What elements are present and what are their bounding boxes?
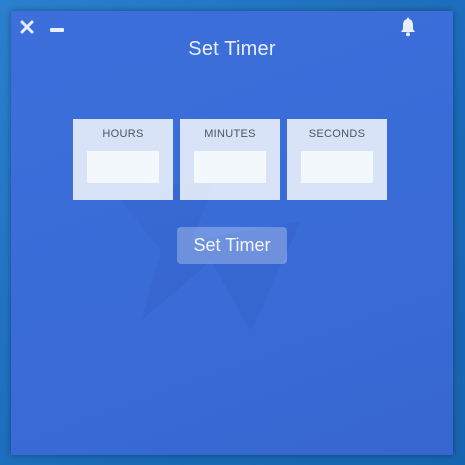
seconds-input[interactable] (301, 151, 373, 183)
seconds-label: SECONDS (308, 128, 366, 140)
timer-window: Set Timer HOURS MINUTES SECONDS Set Time… (11, 11, 453, 455)
hours-field-box: HOURS (73, 119, 173, 200)
hours-input[interactable] (87, 151, 159, 183)
seconds-field-box: SECONDS (287, 119, 387, 200)
minimize-icon (50, 28, 64, 32)
hours-label: HOURS (102, 128, 144, 140)
close-icon (20, 20, 34, 34)
close-button[interactable] (19, 19, 35, 35)
bell-icon (401, 17, 415, 37)
set-timer-button[interactable]: Set Timer (177, 227, 287, 264)
notification-button[interactable] (399, 17, 417, 37)
minutes-field-box: MINUTES (180, 119, 280, 200)
minutes-input[interactable] (194, 151, 266, 183)
minutes-label: MINUTES (204, 128, 256, 140)
minimize-button[interactable] (49, 19, 65, 35)
page-title: Set Timer (188, 38, 276, 60)
